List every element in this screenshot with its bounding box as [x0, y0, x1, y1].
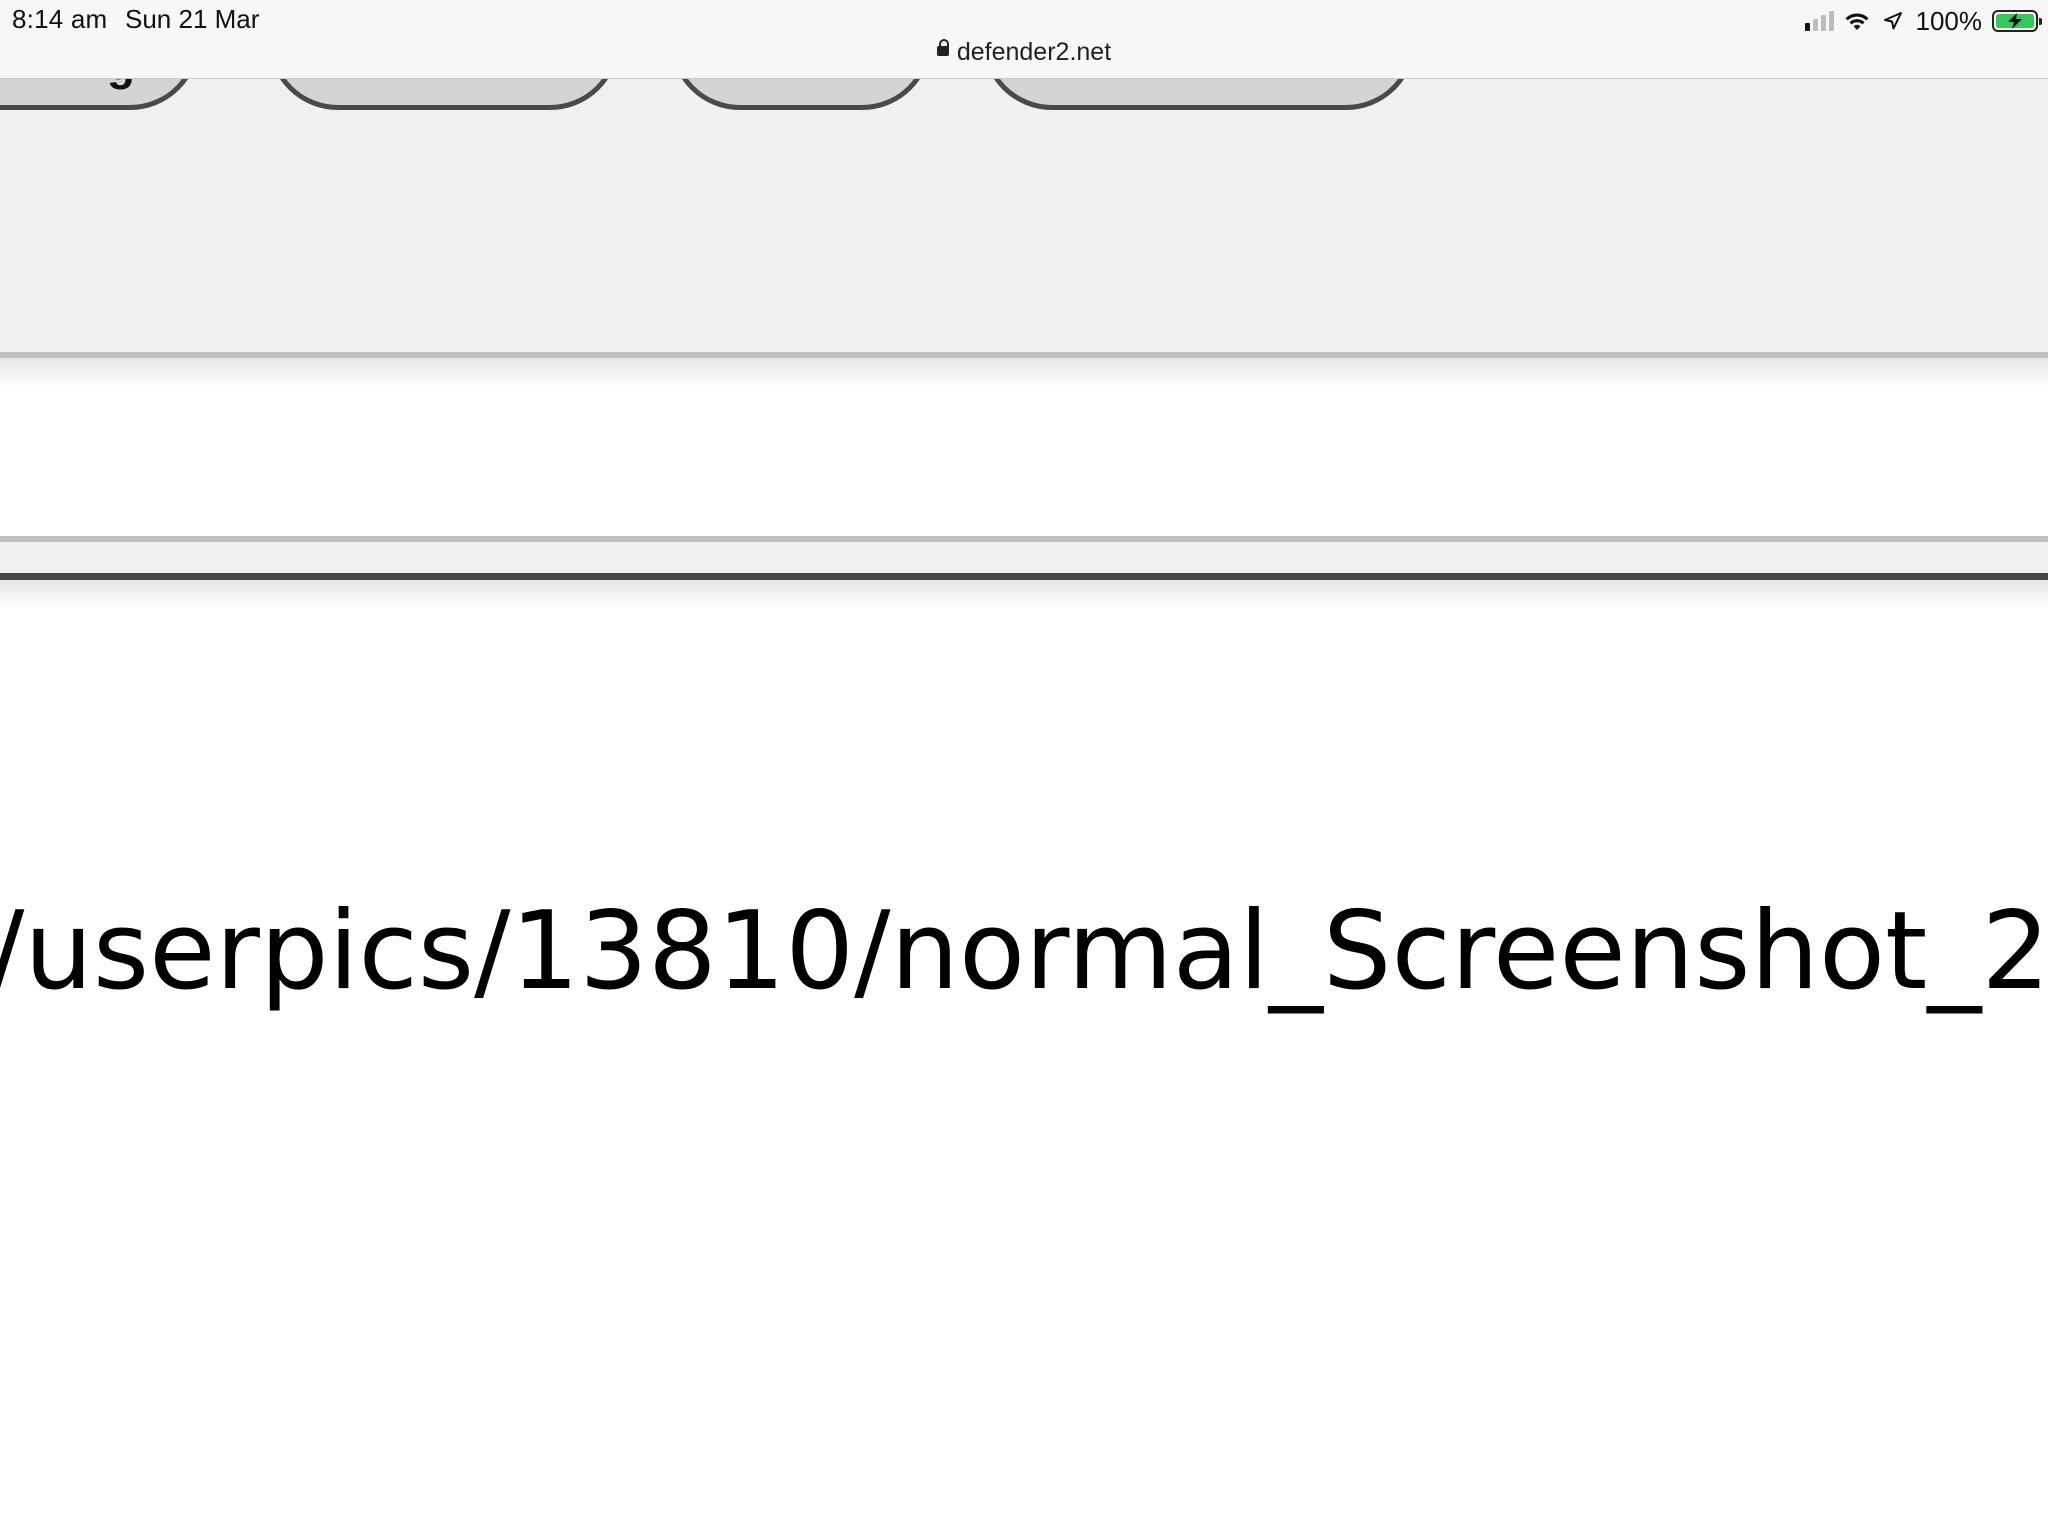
toolbar-strip — [0, 536, 2048, 580]
address-bar[interactable]: defender2.net — [0, 38, 2048, 67]
status-time: 8:14 am — [12, 4, 108, 34]
nav-panel-shadow — [0, 358, 2048, 388]
status-date: Sun 21 Mar — [125, 4, 260, 34]
charging-bolt-icon — [2008, 13, 2022, 29]
status-bar: 8:14 am Sun 21 Mar defender2.net 100% — [0, 0, 2048, 79]
browser-viewport: g /userpics/13810/normal_Screenshot_20 8… — [0, 0, 2048, 1536]
address-url: defender2.net — [956, 38, 1112, 66]
location-arrow-icon — [1883, 12, 1902, 30]
toolbar-strip-shadow — [0, 580, 2048, 608]
content-spacer — [0, 388, 2048, 536]
broken-image-path: /userpics/13810/normal_Screenshot_20 — [0, 889, 2048, 1014]
battery-percentage: 100% — [1915, 5, 1983, 36]
lock-icon — [936, 39, 949, 57]
cellular-signal-icon — [1804, 11, 1834, 31]
status-indicators: 100% — [1804, 5, 2042, 36]
wifi-icon — [1845, 13, 1868, 30]
battery-icon — [1992, 10, 2042, 32]
